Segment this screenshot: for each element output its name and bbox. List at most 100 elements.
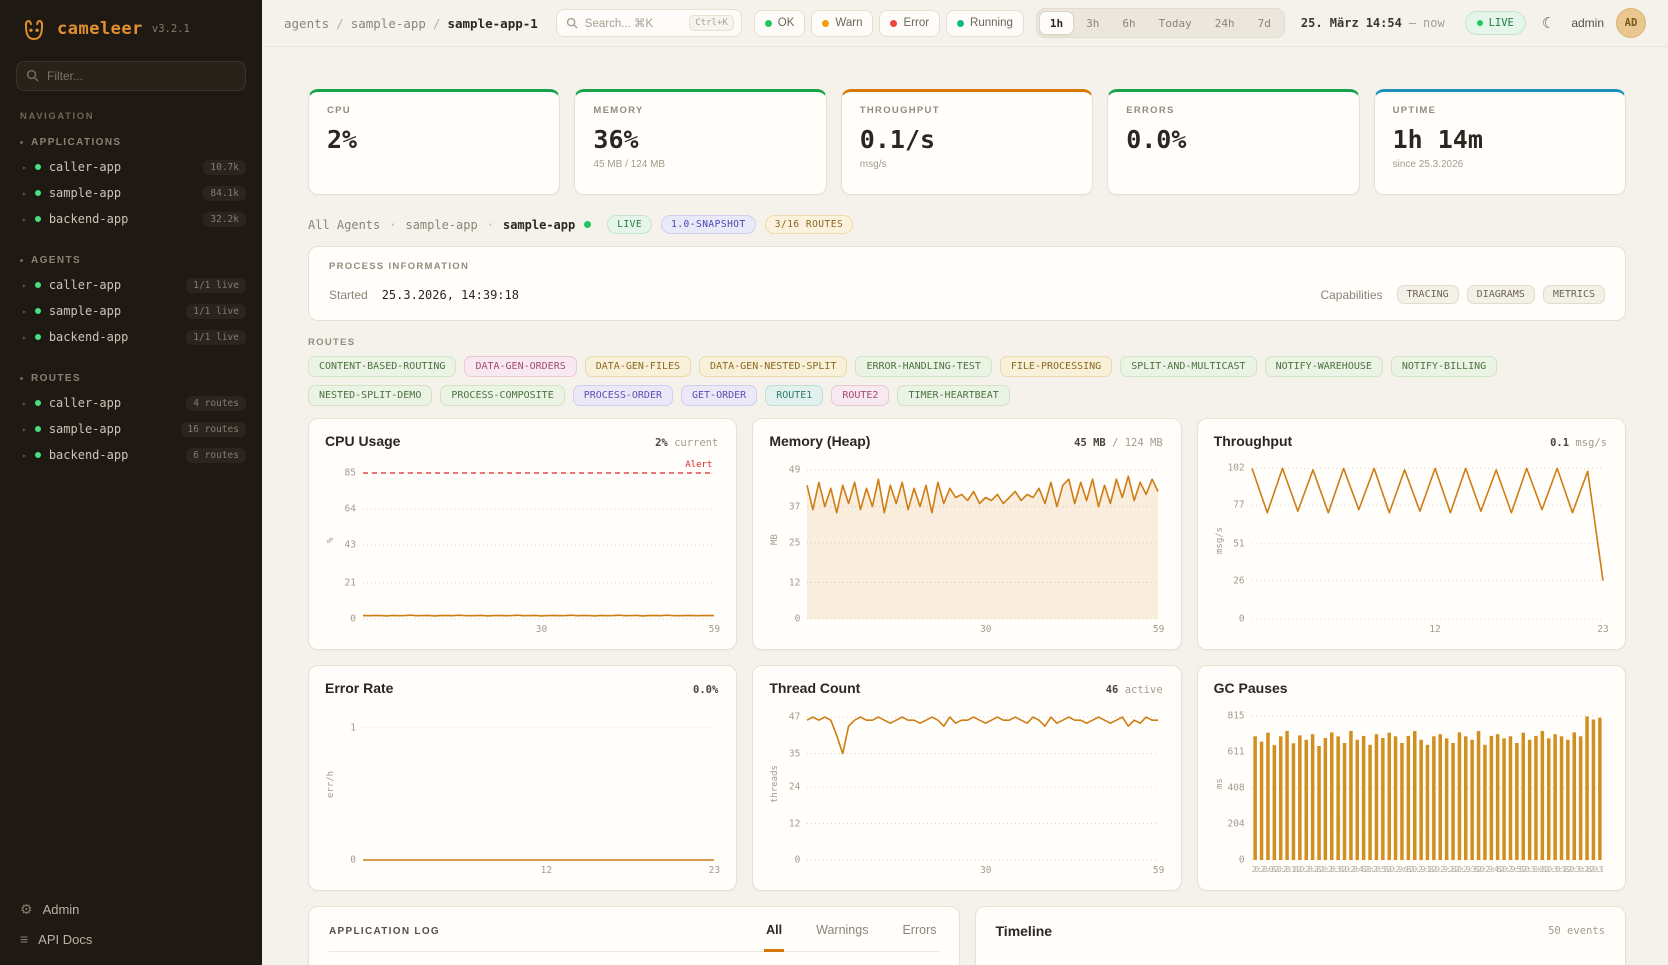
avatar[interactable]: AD: [1616, 8, 1646, 38]
route-chip-timer-heartbeat[interactable]: TIMER-HEARTBEAT: [897, 385, 1009, 406]
route-chip-nested-split-demo[interactable]: NESTED-SPLIT-DEMO: [308, 385, 432, 406]
route-chip-data-gen-files[interactable]: DATA-GEN-FILES: [585, 356, 691, 377]
sidebar-item-sample-app[interactable]: ▸ sample-app 1/1 live: [0, 298, 262, 324]
status-filter-running[interactable]: Running: [946, 10, 1024, 37]
route-chip-file-processing[interactable]: FILE-PROCESSING: [1000, 356, 1112, 377]
search-input[interactable]: Search... ⌘K Ctrl+K: [556, 9, 742, 37]
logo[interactable]: cameleer v3.2.1: [0, 0, 262, 53]
dark-mode-toggle[interactable]: ☾: [1538, 12, 1559, 34]
agent-badge-1-0-snapshot: 1.0-SNAPSHOT: [661, 215, 756, 234]
tab-warnings[interactable]: Warnings: [814, 923, 870, 952]
sidebar-section: APPLICATIONS ▸ caller-app 10.7k ▸ sample…: [0, 134, 262, 232]
time-range-1h[interactable]: 1h: [1039, 11, 1074, 35]
time-range-3h[interactable]: 3h: [1075, 11, 1110, 35]
route-chip-error-handling-test[interactable]: ERROR-HANDLING-TEST: [855, 356, 991, 377]
route-chip-content-based-routing[interactable]: CONTENT-BASED-ROUTING: [308, 356, 456, 377]
route-chip-process-order[interactable]: PROCESS-ORDER: [573, 385, 673, 406]
status-filter-error[interactable]: Error: [879, 10, 940, 37]
sidebar-section-header[interactable]: ROUTES: [0, 370, 262, 390]
status-filter-warn[interactable]: Warn: [811, 10, 873, 37]
breadcrumb: agents/sample-app/sample-app-1: [284, 16, 538, 31]
sidebar-item-label: backend-app: [49, 448, 128, 462]
sidebar-item-label: caller-app: [49, 278, 121, 292]
capability-chip-diagrams[interactable]: DIAGRAMS: [1467, 285, 1535, 304]
chart-y-axis-label: ms: [1214, 708, 1226, 860]
y-tick-label: 815: [1227, 710, 1244, 721]
sidebar-section-header[interactable]: APPLICATIONS: [0, 134, 262, 154]
route-chip-route2[interactable]: ROUTE2: [831, 385, 889, 406]
capability-chip-metrics[interactable]: METRICS: [1543, 285, 1605, 304]
chart-card-memory-heap-: Memory (Heap) 45 MB / 124 MB MB 01225374…: [752, 418, 1181, 650]
agent-name[interactable]: sample-app: [503, 218, 575, 232]
sidebar-item-badge: 16 routes: [181, 422, 246, 437]
capabilities-label: Capabilities: [1320, 288, 1382, 302]
tab-all[interactable]: All: [764, 923, 784, 952]
status-dot: [35, 400, 41, 406]
time-range-today[interactable]: Today: [1148, 11, 1203, 35]
status-dot: [957, 20, 964, 27]
sidebar-item-api-docs[interactable]: ≡ API Docs: [20, 931, 242, 947]
sidebar-item-label: backend-app: [49, 212, 128, 226]
time-range-24h[interactable]: 24h: [1204, 11, 1246, 35]
chart-y-axis-label: err/h: [325, 708, 337, 860]
tab-errors[interactable]: Errors: [900, 923, 938, 952]
status-filter-label: Running: [970, 17, 1013, 29]
chart-canvas: [363, 461, 714, 619]
sidebar-item-caller-app[interactable]: ▸ caller-app 10.7k: [0, 154, 262, 180]
section-bullet-icon: [20, 259, 23, 262]
sidebar-item-caller-app[interactable]: ▸ caller-app 1/1 live: [0, 272, 262, 298]
sidebar-item-admin[interactable]: ⚙ Admin: [20, 901, 242, 918]
breadcrumb-item-sample-app[interactable]: sample-app: [351, 16, 426, 31]
time-range-7d[interactable]: 7d: [1247, 11, 1282, 35]
breadcrumb-separator: /: [336, 16, 344, 31]
sidebar-item-caller-app[interactable]: ▸ caller-app 4 routes: [0, 390, 262, 416]
y-tick-label: 611: [1227, 747, 1244, 758]
started-value: 25.3.2026, 14:39:18: [382, 288, 519, 302]
sidebar-item-sample-app[interactable]: ▸ sample-app 16 routes: [0, 416, 262, 442]
breadcrumb-item-agents[interactable]: agents: [284, 16, 329, 31]
sidebar-section-label: ROUTES: [31, 373, 81, 384]
search-shortcut-kbd: Ctrl+K: [689, 15, 734, 31]
sidebar-section-label: APPLICATIONS: [31, 137, 122, 148]
route-chip-notify-warehouse[interactable]: NOTIFY-WAREHOUSE: [1265, 356, 1383, 377]
chart-y-axis-label: %: [325, 461, 337, 619]
y-tick-label: 47: [789, 712, 800, 723]
stats-row: CPU 2% MEMORY 36% 45 MB / 124 MB THROUGH…: [308, 89, 1626, 195]
log-tabs: All Warnings Errors: [764, 923, 938, 951]
capability-chip-tracing[interactable]: TRACING: [1397, 285, 1459, 304]
live-toggle[interactable]: LIVE: [1465, 11, 1526, 35]
breadcrumb-item-sample-app-1[interactable]: sample-app-1: [447, 16, 537, 31]
route-chip-data-gen-nested-split[interactable]: DATA-GEN-NESTED-SPLIT: [699, 356, 847, 377]
sidebar-item-sample-app[interactable]: ▸ sample-app 84.1k: [0, 180, 262, 206]
sidebar-item-backend-app[interactable]: ▸ backend-app 32.2k: [0, 206, 262, 232]
agent-badge-3-16-routes: 3/16 ROUTES: [765, 215, 853, 234]
x-axis-label-smear: 20:28:0820:28:1820:28:2820:28:3820:28:48…: [1252, 865, 1603, 874]
filter-input[interactable]: [16, 61, 246, 91]
y-tick-label: 37: [789, 501, 800, 512]
time-range-6h[interactable]: 6h: [1111, 11, 1146, 35]
route-chip-route1[interactable]: ROUTE1: [765, 385, 823, 406]
route-chip-notify-billing[interactable]: NOTIFY-BILLING: [1391, 356, 1497, 377]
agent-crumb[interactable]: sample-app: [405, 218, 477, 232]
sidebar-item-backend-app[interactable]: ▸ backend-app 6 routes: [0, 442, 262, 468]
process-info-card: PROCESS INFORMATION Started 25.3.2026, 1…: [308, 246, 1626, 321]
route-chip-process-composite[interactable]: PROCESS-COMPOSITE: [440, 385, 564, 406]
sidebar-item-badge: 1/1 live: [186, 304, 246, 319]
agent-breadcrumb: All Agents·sample-app·sample-app: [308, 218, 591, 232]
status-dot: [765, 20, 772, 27]
application-log-title: APPLICATION LOG: [329, 926, 440, 951]
topbar: agents/sample-app/sample-app-1 Search...…: [262, 0, 1668, 47]
time-window-display[interactable]: 25. März 14:54 — now: [1301, 16, 1445, 30]
x-tick-label: 30: [980, 865, 991, 876]
y-tick-label: 64: [345, 504, 356, 515]
status-filter-ok[interactable]: OK: [754, 10, 806, 37]
route-chip-split-and-multicast[interactable]: SPLIT-AND-MULTICAST: [1120, 356, 1256, 377]
agent-crumb[interactable]: All Agents: [308, 218, 380, 232]
sidebar-item-backend-app[interactable]: ▸ backend-app 1/1 live: [0, 324, 262, 350]
route-chip-get-order[interactable]: GET-ORDER: [681, 385, 757, 406]
sidebar-item-badge: 32.2k: [203, 212, 246, 227]
route-chip-data-gen-orders[interactable]: DATA-GEN-ORDERS: [464, 356, 576, 377]
sidebar-section-header[interactable]: AGENTS: [0, 252, 262, 272]
sidebar-item-badge: 84.1k: [203, 186, 246, 201]
chart-canvas: [1252, 708, 1603, 860]
